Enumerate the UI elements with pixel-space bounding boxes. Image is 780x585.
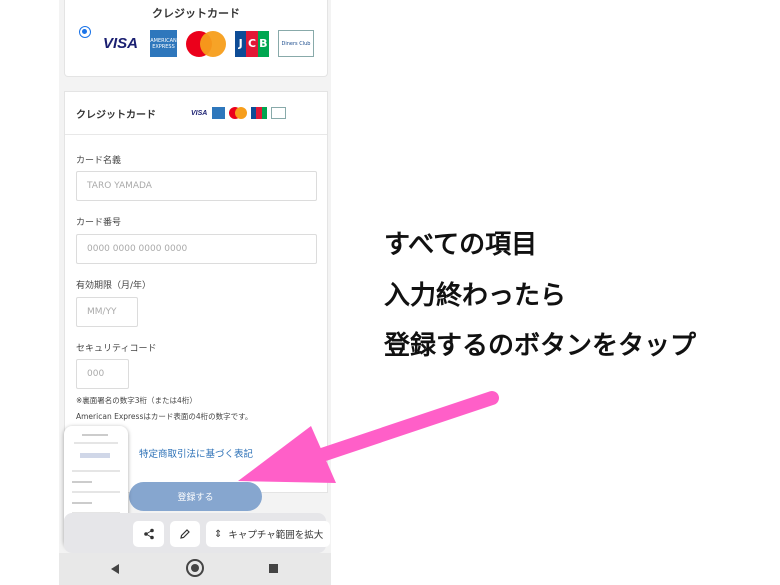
annotation-line-1: すべての項目: [384, 230, 538, 260]
annotation-line-2: 入力終わったら: [384, 281, 567, 311]
annotation-line-3: 登録するのボタンをタップ: [384, 331, 697, 361]
